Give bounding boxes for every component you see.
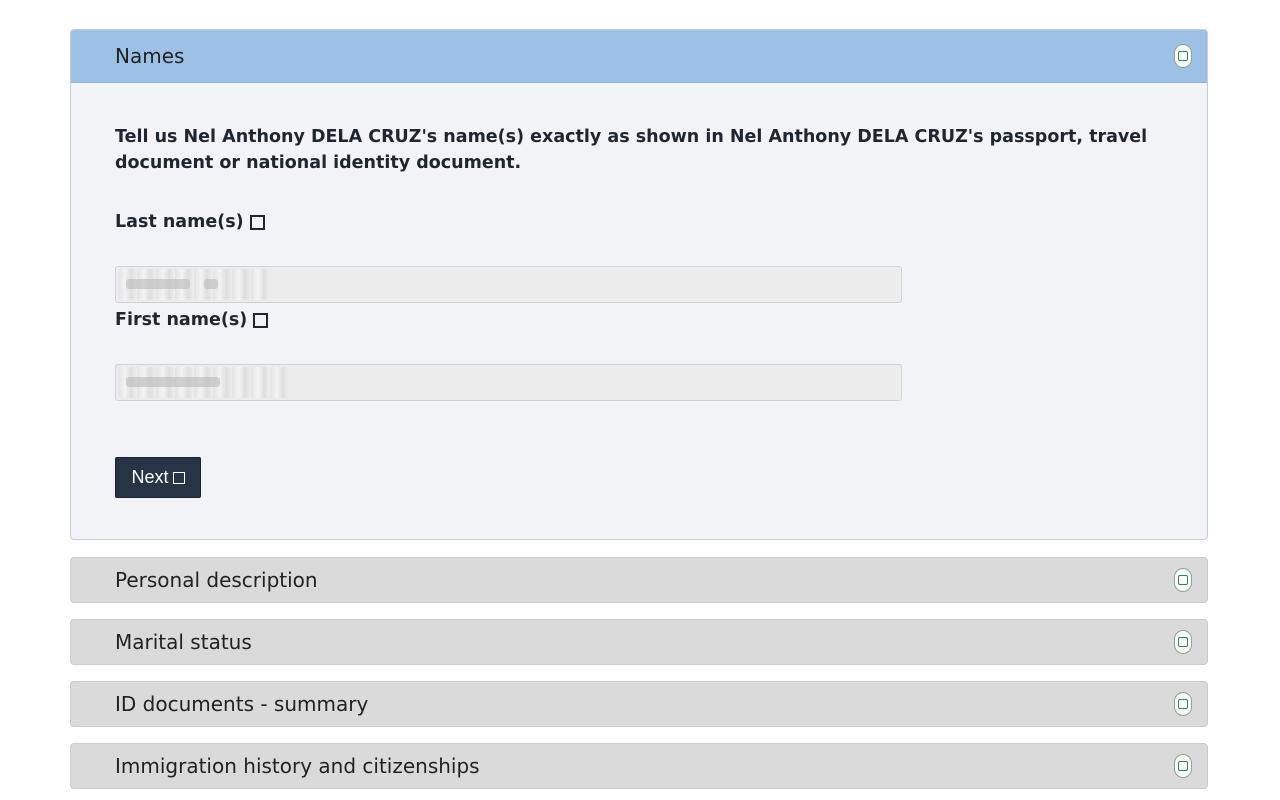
personal-description-section[interactable]: Personal description [70, 557, 1208, 603]
personal-description-title: Personal description [115, 568, 318, 592]
status-check-icon [1174, 692, 1192, 716]
application-form: Names Tell us Nel Anthony DELA CRUZ's na… [0, 0, 1280, 800]
last-name-label: Last name(s) [115, 212, 265, 232]
immigration-history-title: Immigration history and citizenships [115, 754, 480, 778]
names-section-header[interactable]: Names [71, 30, 1207, 83]
first-name-label: First name(s) [115, 310, 269, 330]
last-name-label-text: Last name(s) [115, 212, 244, 232]
names-section: Names Tell us Nel Anthony DELA CRUZ's na… [70, 29, 1208, 540]
names-intro-text: Tell us Nel Anthony DELA CRUZ's name(s) … [115, 127, 1148, 173]
first-name-label-text: First name(s) [115, 310, 248, 330]
square-icon [249, 214, 265, 230]
marital-status-section[interactable]: Marital status [70, 619, 1208, 665]
id-documents-summary-title: ID documents - summary [115, 692, 369, 716]
names-section-title: Names [115, 44, 185, 68]
square-icon [172, 471, 185, 484]
marital-status-title: Marital status [115, 630, 252, 654]
status-check-icon [1174, 568, 1192, 592]
id-documents-summary-section[interactable]: ID documents - summary [70, 681, 1208, 727]
redacted-value [118, 367, 288, 398]
immigration-history-section[interactable]: Immigration history and citizenships [70, 743, 1208, 789]
first-name-input[interactable] [115, 364, 902, 401]
status-check-icon [1174, 754, 1192, 778]
next-button-label: Next [131, 467, 169, 487]
last-name-input[interactable] [115, 266, 902, 303]
status-check-icon [1174, 44, 1192, 68]
next-button[interactable]: Next [115, 457, 201, 498]
square-icon [253, 312, 269, 328]
redacted-value [118, 269, 268, 300]
status-check-icon [1174, 630, 1192, 654]
